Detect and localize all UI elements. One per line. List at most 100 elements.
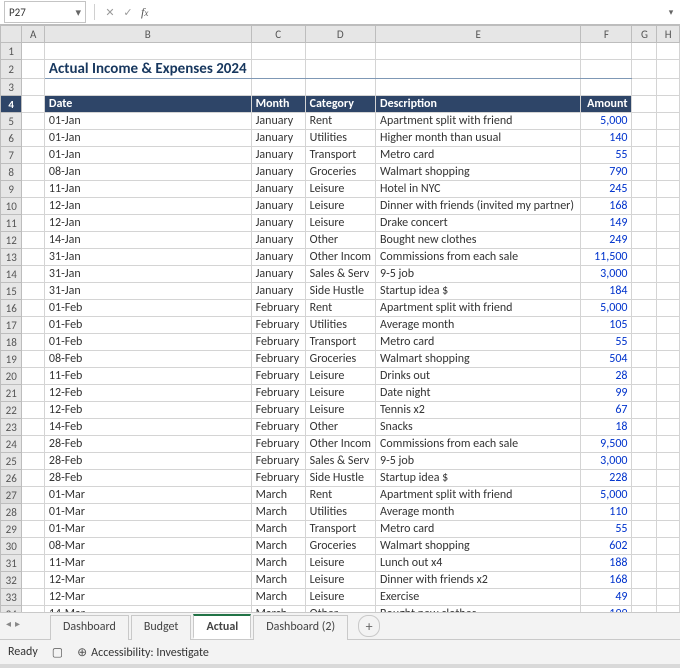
row-header[interactable]: 32 <box>1 572 22 589</box>
row-header[interactable]: 19 <box>1 351 22 368</box>
cell-amount[interactable]: 99 <box>581 385 632 402</box>
cell[interactable] <box>657 538 680 555</box>
cell-month[interactable]: February <box>251 368 305 385</box>
cell-date[interactable]: 11-Mar <box>44 555 251 572</box>
cell[interactable] <box>657 283 680 300</box>
row-header[interactable]: 5 <box>1 113 22 130</box>
cell-date[interactable]: 01-Feb <box>44 300 251 317</box>
cell-month[interactable]: February <box>251 385 305 402</box>
cell[interactable] <box>22 164 45 181</box>
cell[interactable] <box>22 402 45 419</box>
macro-record-icon[interactable]: ▢ <box>52 645 63 660</box>
row-header[interactable]: 15 <box>1 283 22 300</box>
row-header[interactable]: 9 <box>1 181 22 198</box>
cell-month[interactable]: February <box>251 300 305 317</box>
cell-category[interactable]: Rent <box>305 300 375 317</box>
cell[interactable] <box>44 43 251 60</box>
cell-category[interactable]: Other Incom <box>305 436 375 453</box>
cell-date[interactable]: 12-Mar <box>44 572 251 589</box>
row-header[interactable]: 18 <box>1 334 22 351</box>
cell-amount[interactable]: 3,000 <box>581 266 632 283</box>
row-header[interactable]: 30 <box>1 538 22 555</box>
cell-date[interactable]: 08-Mar <box>44 538 251 555</box>
cell-amount[interactable]: 140 <box>581 130 632 147</box>
cell[interactable] <box>22 589 45 606</box>
cell-date[interactable]: 12-Jan <box>44 215 251 232</box>
cell-description[interactable]: Average month <box>376 317 581 334</box>
cell[interactable] <box>632 402 657 419</box>
cell[interactable] <box>22 130 45 147</box>
row-header[interactable]: 1 <box>1 43 22 60</box>
cell-date[interactable]: 01-Feb <box>44 317 251 334</box>
cell-description[interactable]: Apartment split with friend <box>376 487 581 504</box>
cell-description[interactable]: 9-5 job <box>376 266 581 283</box>
row-header[interactable]: 29 <box>1 521 22 538</box>
cell[interactable] <box>22 385 45 402</box>
cell-date[interactable]: 12-Jan <box>44 198 251 215</box>
row-header[interactable]: 14 <box>1 266 22 283</box>
cell-category[interactable]: Rent <box>305 113 375 130</box>
row-header[interactable]: 8 <box>1 164 22 181</box>
cell-date[interactable]: 31-Jan <box>44 283 251 300</box>
cell-date[interactable]: 11-Jan <box>44 181 251 198</box>
cell-month[interactable]: February <box>251 419 305 436</box>
cell[interactable] <box>22 147 45 164</box>
row-header[interactable]: 20 <box>1 368 22 385</box>
cell[interactable] <box>632 43 657 60</box>
cell-category[interactable]: Leisure <box>305 555 375 572</box>
cell-amount[interactable]: 55 <box>581 147 632 164</box>
cell[interactable] <box>632 504 657 521</box>
cell-month[interactable]: February <box>251 334 305 351</box>
cell-description[interactable]: Drake concert <box>376 215 581 232</box>
cell-amount[interactable]: 790 <box>581 164 632 181</box>
cell-description[interactable]: Higher month than usual <box>376 130 581 147</box>
cell[interactable] <box>376 60 581 79</box>
cell-amount[interactable]: 55 <box>581 521 632 538</box>
cell[interactable] <box>632 232 657 249</box>
column-header-A[interactable]: A <box>22 26 45 43</box>
column-header-H[interactable]: H <box>657 26 680 43</box>
cell-category[interactable]: Sales & Serv <box>305 453 375 470</box>
cell[interactable] <box>22 470 45 487</box>
cell-month[interactable]: March <box>251 487 305 504</box>
cell-amount[interactable]: 245 <box>581 181 632 198</box>
sheet-tab-actual[interactable]: Actual <box>193 614 251 639</box>
cell[interactable] <box>22 198 45 215</box>
cell[interactable] <box>657 504 680 521</box>
cell[interactable] <box>632 317 657 334</box>
cell-amount[interactable]: 149 <box>581 215 632 232</box>
cell[interactable] <box>22 555 45 572</box>
cell-amount[interactable]: 168 <box>581 572 632 589</box>
cell[interactable] <box>657 521 680 538</box>
cell[interactable] <box>22 60 45 79</box>
row-header[interactable]: 6 <box>1 130 22 147</box>
cell-date[interactable]: 12-Feb <box>44 402 251 419</box>
cell-category[interactable]: Leisure <box>305 402 375 419</box>
row-header[interactable]: 23 <box>1 419 22 436</box>
cell[interactable] <box>657 266 680 283</box>
cell[interactable] <box>22 113 45 130</box>
cell-amount[interactable]: 249 <box>581 232 632 249</box>
cell-description[interactable]: Exercise <box>376 589 581 606</box>
cell-month[interactable]: March <box>251 589 305 606</box>
cell-category[interactable]: Other <box>305 232 375 249</box>
cell-amount[interactable]: 9,500 <box>581 436 632 453</box>
cell-category[interactable]: Transport <box>305 334 375 351</box>
cell-description[interactable]: Startup idea $ <box>376 283 581 300</box>
cell-month[interactable]: January <box>251 266 305 283</box>
row-header[interactable]: 10 <box>1 198 22 215</box>
cell[interactable] <box>22 538 45 555</box>
row-header[interactable]: 33 <box>1 589 22 606</box>
cell-month[interactable]: March <box>251 555 305 572</box>
cell-amount[interactable]: 67 <box>581 402 632 419</box>
cell[interactable] <box>22 79 45 96</box>
cell-amount[interactable]: 28 <box>581 368 632 385</box>
cell-date[interactable]: 31-Jan <box>44 249 251 266</box>
cell[interactable] <box>305 79 375 96</box>
cell-description[interactable]: Walmart shopping <box>376 351 581 368</box>
row-header[interactable]: 11 <box>1 215 22 232</box>
cell[interactable] <box>632 198 657 215</box>
cell-month[interactable]: February <box>251 436 305 453</box>
cell[interactable] <box>657 164 680 181</box>
cell-category[interactable]: Leisure <box>305 385 375 402</box>
